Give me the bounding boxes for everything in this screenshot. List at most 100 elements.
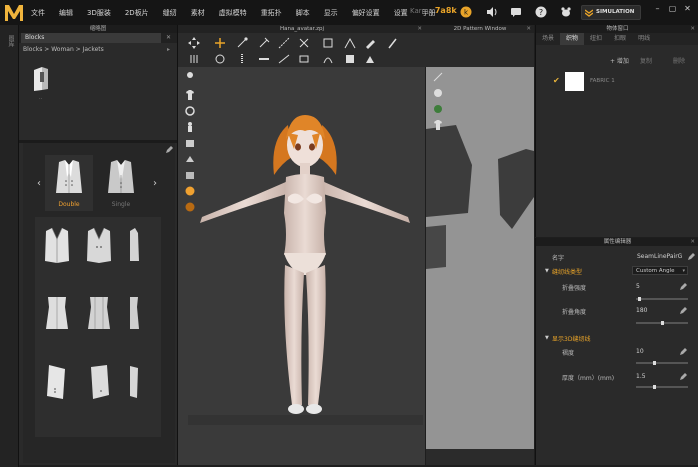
menu-retopology[interactable]: 重拓扑 — [261, 8, 282, 18]
edit-icon[interactable] — [680, 373, 687, 380]
pattern-shirt-icon[interactable] — [432, 119, 444, 131]
minimize-icon[interactable]: – — [650, 4, 665, 13]
avatar-figure[interactable] — [188, 105, 423, 425]
property-editor-close-icon[interactable]: ✕ — [690, 238, 695, 246]
menu-file[interactable]: 文件 — [31, 8, 45, 18]
library-dock-tab[interactable]: 图库 — [6, 35, 15, 47]
texture-icon[interactable] — [344, 53, 356, 65]
tack-icon[interactable] — [298, 37, 310, 49]
cow-icon[interactable] — [560, 6, 572, 18]
tab-buttonhole[interactable]: 扣眼 — [608, 33, 632, 45]
vest-thumbnail[interactable] — [43, 227, 71, 265]
tape-icon[interactable] — [258, 53, 270, 65]
menu-sewing[interactable]: 缝纫 — [163, 8, 177, 18]
add-fabric-button[interactable]: + 增加 — [610, 56, 629, 65]
slider-handle[interactable] — [653, 361, 656, 365]
arrangement-icon[interactable] — [322, 37, 334, 49]
bodice-thumbnail[interactable] — [85, 295, 113, 333]
menu-display[interactable]: 显示 — [324, 8, 338, 18]
graphic-icon[interactable] — [364, 53, 376, 65]
folder-up-icon[interactable] — [33, 66, 49, 92]
property-section-seam-type[interactable]: ▼ 缝纫线类型 Custom Angle — [536, 265, 698, 277]
pattern-grain-icon[interactable] — [432, 103, 444, 115]
object-browser-close-icon[interactable]: ✕ — [690, 25, 695, 33]
fold-angle-value[interactable]: 180 — [636, 307, 647, 314]
vest-thumbnail[interactable] — [127, 227, 141, 265]
thickness-slider[interactable] — [636, 385, 688, 389]
sew-tool-icon[interactable] — [278, 37, 290, 49]
fabric-list-item[interactable]: ✔ FABRIC 1 — [536, 69, 698, 93]
menu-script[interactable]: 脚本 — [296, 8, 310, 18]
menu-edit[interactable]: 编辑 — [59, 8, 73, 18]
menu-settings[interactable]: 设置 — [394, 8, 408, 18]
brush-icon[interactable] — [386, 37, 398, 49]
edit-icon[interactable] — [680, 283, 687, 290]
bodice-thumbnail[interactable] — [127, 295, 141, 333]
viewport-close-icon[interactable]: ✕ — [417, 25, 422, 33]
zipper-icon[interactable] — [236, 53, 248, 65]
menu-avatar[interactable]: 虚拟模特 — [219, 8, 247, 18]
fold-icon[interactable] — [344, 37, 356, 49]
style-card-double[interactable]: Double — [45, 155, 93, 211]
annotation-icon[interactable] — [298, 53, 310, 65]
chat-icon[interactable] — [510, 6, 522, 18]
tab-fabric[interactable]: 织物 — [560, 33, 585, 45]
edit-icon[interactable] — [165, 145, 174, 154]
seam-type-dropdown[interactable]: Custom Angle — [632, 266, 688, 275]
thickness-value[interactable]: 1.5 — [636, 373, 646, 380]
sleeve-thumbnail[interactable] — [85, 363, 113, 401]
measure-icon[interactable] — [278, 53, 290, 65]
marvelous-logo[interactable] — [3, 2, 25, 23]
style-card-single[interactable]: Single — [97, 155, 145, 211]
close-icon[interactable]: ✕ — [680, 4, 695, 13]
fold-angle-slider[interactable] — [636, 321, 688, 325]
button-tool-icon[interactable] — [214, 53, 226, 65]
delete-fabric-button[interactable]: 删除 — [673, 56, 685, 65]
menu-preferences[interactable]: 偏好设置 — [352, 8, 380, 18]
previous-style-icon[interactable]: ‹ — [37, 178, 41, 189]
width-slider[interactable] — [636, 361, 688, 365]
menu-materials[interactable]: 素材 — [191, 8, 205, 18]
speaker-icon[interactable] — [486, 6, 498, 18]
property-section-3d-seamline[interactable]: ▼ 显示3D缝纫线 — [536, 332, 698, 344]
edit-icon[interactable] — [680, 307, 687, 314]
pattern-select-icon[interactable] — [432, 71, 444, 83]
menu-2d-pattern[interactable]: 2D板片 — [125, 8, 149, 18]
collapse-arrow-icon[interactable]: ▼ — [545, 335, 549, 341]
tab-button[interactable]: 纽扣 — [584, 33, 608, 45]
name-value[interactable]: SeamLinePairG — [637, 253, 682, 260]
collapse-arrow-icon[interactable]: ▼ — [545, 268, 549, 274]
viewport-3d[interactable]: Hana_avatar.zpj ✕ — [177, 25, 426, 465]
slider-handle[interactable] — [653, 385, 656, 389]
transform-icon[interactable] — [214, 37, 226, 49]
pattern-window-close-icon[interactable]: ✕ — [526, 25, 531, 33]
bodice-thumbnail[interactable] — [43, 295, 71, 333]
expand-arrow-icon[interactable]: ▸ — [167, 46, 170, 53]
width-value[interactable]: 10 — [636, 348, 644, 355]
sleeve-thumbnail[interactable] — [43, 363, 71, 401]
fold-strength-slider[interactable] — [636, 297, 688, 301]
edit-pattern-icon[interactable] — [364, 37, 376, 49]
fold-strength-value[interactable]: 5 — [636, 283, 640, 290]
select-move-icon[interactable] — [188, 37, 200, 49]
avatar-view-icon[interactable] — [184, 71, 196, 83]
simulation-button[interactable]: SIMULATION — [581, 5, 641, 20]
maximize-icon[interactable]: ▢ — [665, 4, 680, 13]
rename-icon[interactable] — [688, 253, 695, 260]
vest-thumbnail[interactable] — [85, 227, 113, 265]
steam-icon[interactable] — [188, 53, 200, 65]
pattern-view-icon[interactable] — [432, 87, 444, 99]
tab-topstitch[interactable]: 明线 — [632, 33, 656, 45]
edit-icon[interactable] — [680, 348, 687, 355]
slider-handle[interactable] — [661, 321, 664, 325]
karma-coin-icon[interactable]: k — [460, 6, 472, 18]
help-icon[interactable]: ? — [535, 6, 547, 18]
shirt-display-icon[interactable] — [184, 89, 196, 101]
pattern-window-2d[interactable]: 2D Pattern Window ✕ — [426, 25, 534, 449]
tab-close-icon[interactable]: ✕ — [166, 34, 171, 41]
pin-icon[interactable] — [258, 37, 270, 49]
copy-fabric-button[interactable]: 复制 — [640, 56, 652, 65]
tab-scene[interactable]: 场景 — [536, 33, 560, 45]
breadcrumb[interactable]: Blocks > Woman > Jackets — [23, 46, 104, 53]
menu-3d-garment[interactable]: 3D服装 — [87, 8, 111, 18]
